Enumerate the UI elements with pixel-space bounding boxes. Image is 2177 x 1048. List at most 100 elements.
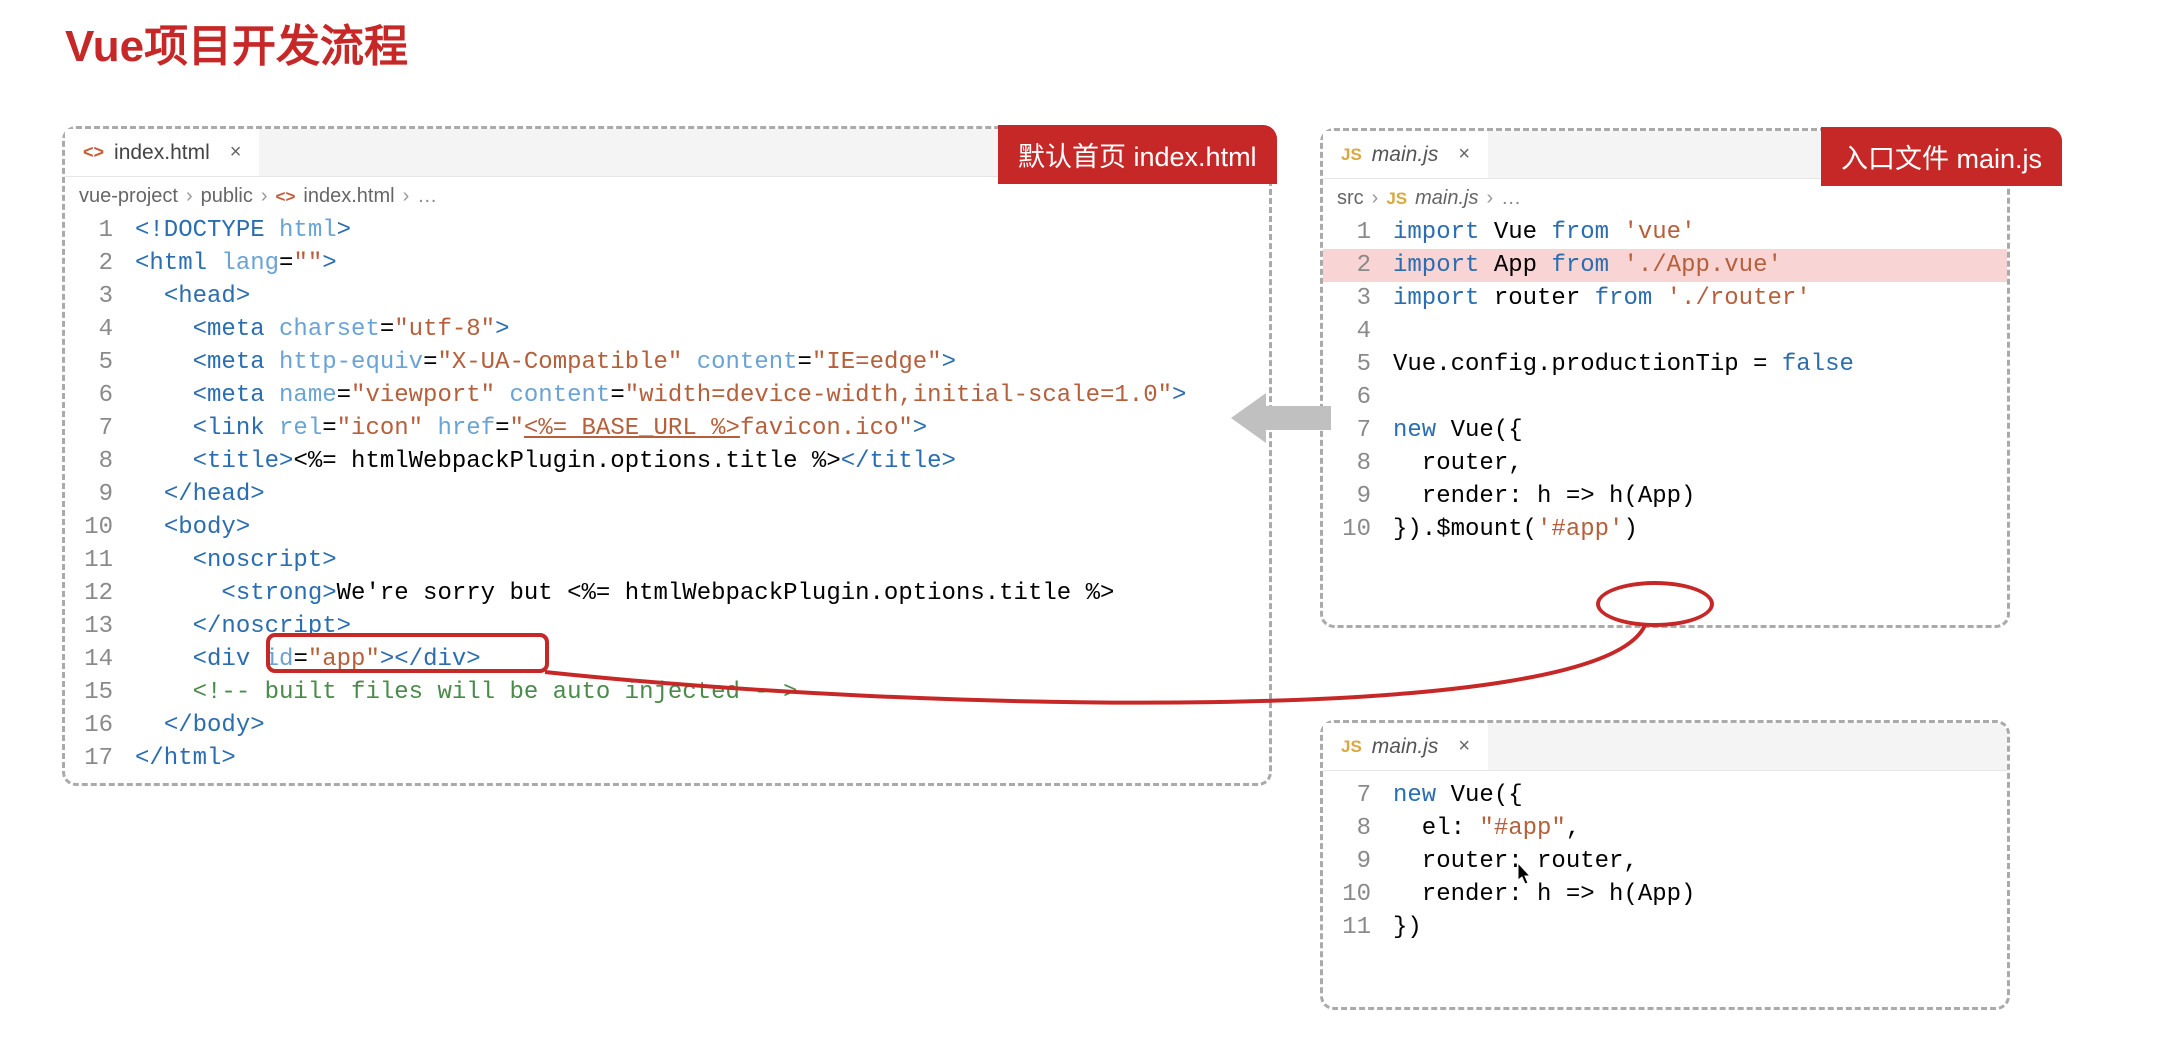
code-line: 11}) (1323, 911, 2007, 944)
code-content: }).$mount('#app') (1393, 513, 2007, 546)
code-content (1393, 315, 2007, 348)
code-line: 7 <link rel="icon" href="<%= BASE_URL %>… (65, 412, 1269, 445)
code-content: <noscript> (135, 544, 1269, 577)
line-number: 10 (65, 511, 135, 544)
code-content (1393, 381, 2007, 414)
tab-index-html[interactable]: <> index.html × (65, 129, 259, 176)
line-number: 10 (1323, 513, 1393, 546)
code-content: <html lang=""> (135, 247, 1269, 280)
chevron-right-icon: › (1487, 187, 1494, 210)
code-line: 1<!DOCTYPE html> (65, 214, 1269, 247)
close-icon[interactable]: × (1458, 735, 1470, 758)
tab-filename: main.js (1372, 735, 1439, 759)
tab-filename: main.js (1372, 143, 1439, 167)
chevron-right-icon: › (186, 185, 193, 208)
js-file-icon: JS (1341, 737, 1362, 757)
line-number: 5 (65, 346, 135, 379)
js-file-icon: JS (1386, 189, 1407, 209)
line-number: 8 (1323, 447, 1393, 480)
line-number: 14 (65, 643, 135, 676)
html-file-icon: <> (276, 187, 296, 207)
breadcrumb-item[interactable]: public (201, 185, 253, 208)
code-content: <div id="app"></div> (135, 643, 1269, 676)
code-line: 6 <meta name="viewport" content="width=d… (65, 379, 1269, 412)
breadcrumb-item[interactable]: index.html (303, 185, 394, 208)
code-line: 10}).$mount('#app') (1323, 513, 2007, 546)
close-icon[interactable]: × (230, 141, 242, 164)
code-line: 12 <strong>We're sorry but <%= htmlWebpa… (65, 577, 1269, 610)
code-content: import router from './router' (1393, 282, 2007, 315)
code-content: render: h => h(App) (1393, 480, 2007, 513)
line-number: 3 (65, 280, 135, 313)
code-line: 8 <title><%= htmlWebpackPlugin.options.t… (65, 445, 1269, 478)
code-line: 9 router: router, (1323, 845, 2007, 878)
code-line: 9 </head> (65, 478, 1269, 511)
tab-main-js[interactable]: JS main.js × (1323, 131, 1488, 178)
breadcrumb-item[interactable]: src (1337, 187, 1364, 210)
code-line: 8 router, (1323, 447, 2007, 480)
code-content: el: "#app", (1393, 812, 2007, 845)
line-number: 12 (65, 577, 135, 610)
code-line: 4 <meta charset="utf-8"> (65, 313, 1269, 346)
code-line: 7new Vue({ (1323, 779, 2007, 812)
code-content: <!DOCTYPE html> (135, 214, 1269, 247)
line-number: 2 (1323, 249, 1393, 282)
tab-main-js[interactable]: JS main.js × (1323, 723, 1488, 770)
line-number: 8 (1323, 812, 1393, 845)
code-content: <head> (135, 280, 1269, 313)
code-line: 3import router from './router' (1323, 282, 2007, 315)
line-number: 7 (65, 412, 135, 445)
code-content: <!-- built files will be auto injected -… (135, 676, 1269, 709)
code-line: 16 </body> (65, 709, 1269, 742)
breadcrumb-item[interactable]: main.js (1415, 187, 1478, 210)
line-number: 8 (65, 445, 135, 478)
code-content: </html> (135, 742, 1269, 775)
code-line: 4 (1323, 315, 2007, 348)
code-content: render: h => h(App) (1393, 878, 2007, 911)
line-number: 2 (65, 247, 135, 280)
code-line: 3 <head> (65, 280, 1269, 313)
code-content: <body> (135, 511, 1269, 544)
line-number: 9 (65, 478, 135, 511)
code-content: <link rel="icon" href="<%= BASE_URL %>fa… (135, 412, 1269, 445)
code-content: new Vue({ (1393, 414, 2007, 447)
slide-title: Vue项目开发流程 (65, 10, 408, 74)
line-number: 7 (1323, 414, 1393, 447)
code-content: import Vue from 'vue' (1393, 216, 2007, 249)
code-content: </noscript> (135, 610, 1269, 643)
editor-panel-index-html: <> index.html × vue-project › public › <… (62, 126, 1272, 786)
code-content: </body> (135, 709, 1269, 742)
code-line: 5 <meta http-equiv="X-UA-Compatible" con… (65, 346, 1269, 379)
code-line: 2<html lang=""> (65, 247, 1269, 280)
line-number: 5 (1323, 348, 1393, 381)
code-line: 14 <div id="app"></div> (65, 643, 1269, 676)
code-line: 13 </noscript> (65, 610, 1269, 643)
line-number: 4 (65, 313, 135, 346)
code-block: 1import Vue from 'vue'2import App from '… (1323, 214, 2007, 556)
code-line: 8 el: "#app", (1323, 812, 2007, 845)
code-line: 10 <body> (65, 511, 1269, 544)
line-number: 10 (1323, 878, 1393, 911)
breadcrumb-ellipsis: … (1501, 187, 1521, 210)
code-content: <strong>We're sorry but <%= htmlWebpackP… (135, 577, 1269, 610)
html-file-icon: <> (83, 142, 104, 163)
code-line: 2import App from './App.vue' (1323, 249, 2007, 282)
code-line: 15 <!-- built files will be auto injecte… (65, 676, 1269, 709)
code-block: 1<!DOCTYPE html>2<html lang="">3 <head>4… (65, 212, 1269, 785)
editor-panel-main-js-top: JS main.js × src › JS main.js › … 1impor… (1320, 128, 2010, 628)
code-content: new Vue({ (1393, 779, 2007, 812)
chevron-right-icon: › (261, 185, 268, 208)
line-number: 1 (1323, 216, 1393, 249)
code-line: 1import Vue from 'vue' (1323, 216, 2007, 249)
code-content: import App from './App.vue' (1393, 249, 2007, 282)
code-line: 5Vue.config.productionTip = false (1323, 348, 2007, 381)
close-icon[interactable]: × (1458, 143, 1470, 166)
code-content: </head> (135, 478, 1269, 511)
code-block: 7new Vue({8 el: "#app",9 router: router,… (1323, 771, 2007, 954)
code-content: <meta name="viewport" content="width=dev… (135, 379, 1269, 412)
breadcrumb-item[interactable]: vue-project (79, 185, 178, 208)
line-number: 1 (65, 214, 135, 247)
chevron-right-icon: › (403, 185, 410, 208)
code-line: 9 render: h => h(App) (1323, 480, 2007, 513)
tabbar: JS main.js × (1323, 723, 2007, 771)
